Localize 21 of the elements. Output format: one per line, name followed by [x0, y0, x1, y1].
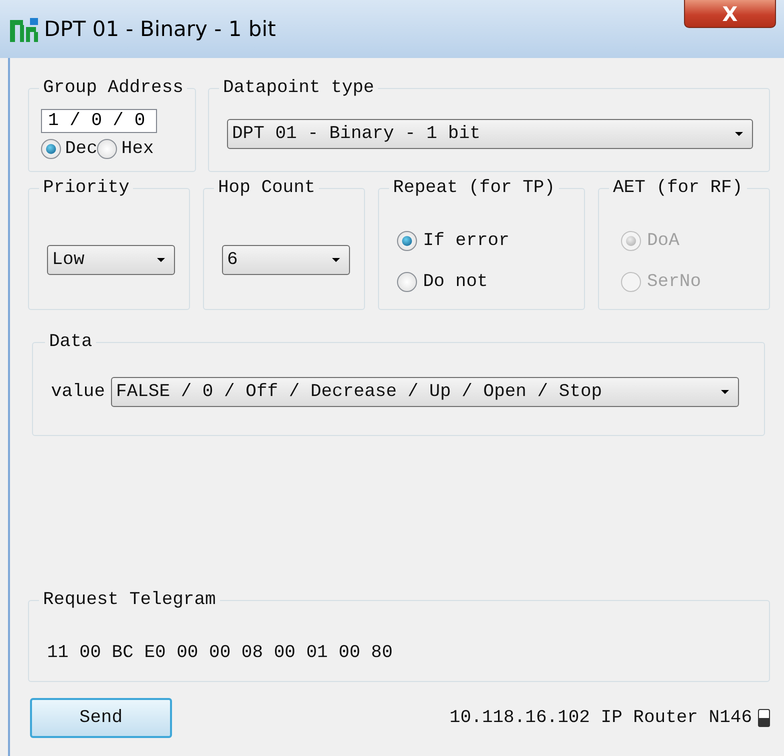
caret-icon	[157, 258, 165, 262]
value-label: value	[51, 382, 106, 402]
value-dropdown[interactable]: FALSE / 0 / Off / Decrease / Up / Open / Stop	[111, 377, 740, 407]
interface-label: 10.118.16.102 IP Router N146	[450, 708, 752, 728]
close-button[interactable]: X	[684, 0, 776, 28]
format-radio[interactable]: Dec	[41, 137, 98, 161]
datapoint-type-dropdown[interactable]: DPT 01 - Binary - 1 bit	[227, 119, 753, 149]
caret-icon	[735, 132, 743, 136]
repeat-radio[interactable]: If error	[397, 229, 584, 253]
priority-dropdown[interactable]: Low	[47, 245, 175, 275]
send-button[interactable]: Send	[30, 698, 172, 738]
caret-icon	[332, 258, 340, 262]
address-field[interactable]: 1 / 0 / 0	[41, 109, 157, 133]
hop-count-dropdown[interactable]: 6	[222, 245, 350, 275]
caret-icon	[721, 390, 730, 394]
telegram-bytes: 11 00 BC E0 00 00 08 00 01 00 80	[47, 643, 393, 663]
format-radio[interactable]: Hex	[97, 137, 154, 161]
repeat-radio[interactable]: Do not	[397, 270, 584, 294]
window-title: DPT 01 - Binary - 1 bit	[44, 17, 276, 41]
dropdown-icon[interactable]	[758, 709, 770, 727]
app-logo-icon	[10, 17, 40, 43]
